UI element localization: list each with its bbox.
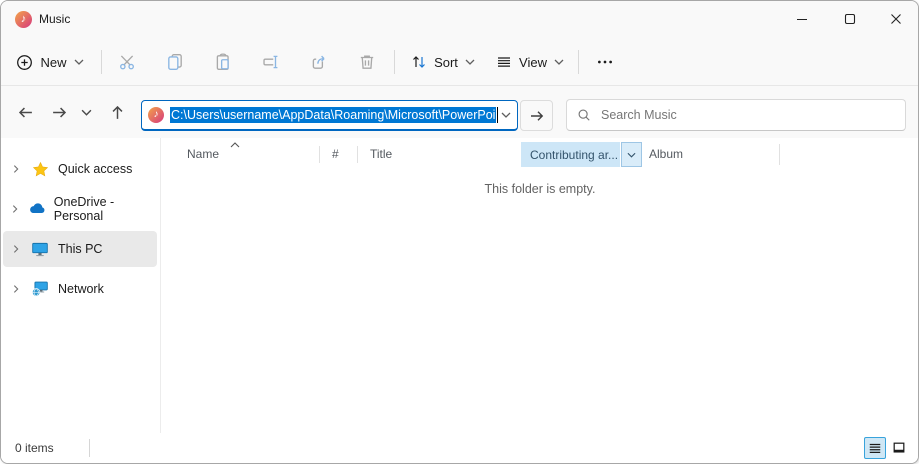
text-caret [497, 107, 499, 123]
column-divider[interactable] [357, 146, 358, 163]
search-icon [578, 109, 590, 121]
onedrive-cloud-icon [27, 200, 47, 218]
address-path-selected-text: C:\Users\username\AppData\Roaming\Micros… [170, 107, 497, 123]
column-divider[interactable] [319, 146, 320, 163]
view-button[interactable]: View [490, 45, 570, 79]
column-header-row: Name # Title Contributing ar... Album [162, 142, 918, 167]
sort-ascending-icon [230, 142, 240, 148]
empty-folder-message: This folder is empty. [484, 182, 596, 196]
sidebar-item-quick-access[interactable]: Quick access [3, 151, 157, 187]
sort-button-label: Sort [434, 54, 458, 70]
column-header-title[interactable]: Title [370, 147, 392, 161]
view-button-label: View [519, 54, 547, 70]
chevron-down-icon [81, 109, 91, 116]
column-header-name[interactable]: Name [187, 147, 219, 161]
close-button[interactable] [873, 1, 918, 37]
column-divider[interactable] [779, 144, 780, 165]
network-icon [29, 280, 51, 298]
up-arrow-icon [112, 105, 122, 119]
chevron-down-icon [74, 59, 83, 65]
navigation-pane: Quick access OneDrive - Personal This PC… [1, 138, 161, 433]
sidebar-item-network[interactable]: Network [3, 271, 157, 307]
sort-button[interactable]: Sort [404, 45, 482, 79]
more-options-button[interactable] [587, 46, 623, 78]
column-header-number[interactable]: # [332, 147, 339, 161]
recent-locations-button[interactable] [75, 98, 97, 126]
file-list-area: Name # Title Contributing ar... Album Th… [162, 138, 918, 433]
trash-icon [360, 55, 374, 69]
column-filter-button[interactable] [621, 142, 642, 167]
column-header-album[interactable]: Album [649, 147, 683, 161]
paste-icon [216, 53, 229, 70]
view-lines-icon [498, 57, 511, 67]
chevron-right-icon[interactable] [3, 204, 27, 214]
status-bar: 0 items [1, 433, 918, 463]
items-count: 0 items [15, 441, 54, 455]
status-divider [89, 439, 90, 457]
command-toolbar: New Sort View [1, 38, 918, 86]
music-folder-icon: ♪ [148, 107, 164, 123]
toolbar-separator [578, 50, 579, 74]
sort-arrows-icon [413, 56, 426, 68]
search-input[interactable] [601, 108, 895, 122]
large-icons-view-button[interactable] [888, 437, 910, 459]
sidebar-item-label: This PC [58, 242, 103, 256]
go-arrow-icon [530, 110, 543, 121]
cut-icon [120, 55, 134, 70]
close-icon [891, 14, 901, 24]
chevron-right-icon[interactable] [3, 244, 29, 254]
music-app-icon: ♪ [15, 11, 32, 28]
title-bar: ♪ Music [1, 1, 918, 38]
sidebar-item-label: Quick access [58, 162, 133, 176]
details-view-button[interactable] [864, 437, 886, 459]
chevron-down-icon [465, 59, 475, 65]
copy-icon [168, 54, 182, 70]
new-button-label: New [40, 54, 67, 70]
minimize-icon [797, 18, 807, 21]
toolbar-separator [101, 50, 102, 74]
go-to-button[interactable] [520, 100, 553, 131]
search-box[interactable] [566, 99, 906, 131]
rename-button[interactable] [255, 46, 287, 78]
maximize-icon [844, 13, 856, 25]
paste-button[interactable] [207, 46, 239, 78]
back-arrow-icon [18, 107, 32, 117]
explorer-window: ♪ Music New Sort View ♪ C:\Users\usernam… [0, 0, 919, 464]
sidebar-item-this-pc[interactable]: This PC [3, 231, 157, 267]
computer-icon [29, 240, 51, 258]
copy-button[interactable] [159, 46, 191, 78]
toolbar-separator [394, 50, 395, 74]
address-dropdown-chevron-icon[interactable] [501, 112, 511, 118]
forward-arrow-icon [52, 107, 66, 117]
back-button[interactable] [11, 98, 39, 126]
window-title: Music [39, 12, 71, 26]
sidebar-item-label: Network [58, 282, 104, 296]
star-icon [29, 161, 51, 178]
chevron-right-icon[interactable] [3, 284, 29, 294]
sidebar-item-label: OneDrive - Personal [53, 195, 115, 223]
details-view-icon [869, 443, 881, 453]
address-row: ♪ C:\Users\username\AppData\Roaming\Micr… [1, 86, 918, 138]
share-icon [312, 55, 325, 69]
chevron-right-icon[interactable] [3, 164, 29, 174]
maximize-button[interactable] [827, 1, 873, 37]
delete-button[interactable] [351, 46, 383, 78]
forward-button[interactable] [45, 98, 73, 126]
address-bar-input[interactable]: ♪ C:\Users\username\AppData\Roaming\Micr… [141, 100, 518, 131]
plus-circle-icon [17, 54, 33, 70]
up-button[interactable] [103, 98, 131, 126]
new-button[interactable]: New [9, 45, 91, 79]
cut-button[interactable] [111, 46, 143, 78]
column-header-contributing-artists[interactable]: Contributing ar... [521, 142, 620, 167]
large-icons-view-icon [893, 442, 905, 453]
share-button[interactable] [303, 46, 335, 78]
column-header-label: Contributing ar... [530, 147, 619, 162]
more-ellipsis-icon [598, 60, 612, 64]
sidebar-item-onedrive[interactable]: OneDrive - Personal [3, 191, 157, 227]
minimize-button[interactable] [779, 1, 825, 37]
rename-icon [263, 55, 278, 69]
chevron-down-icon [554, 59, 564, 65]
chevron-down-icon [627, 152, 636, 158]
